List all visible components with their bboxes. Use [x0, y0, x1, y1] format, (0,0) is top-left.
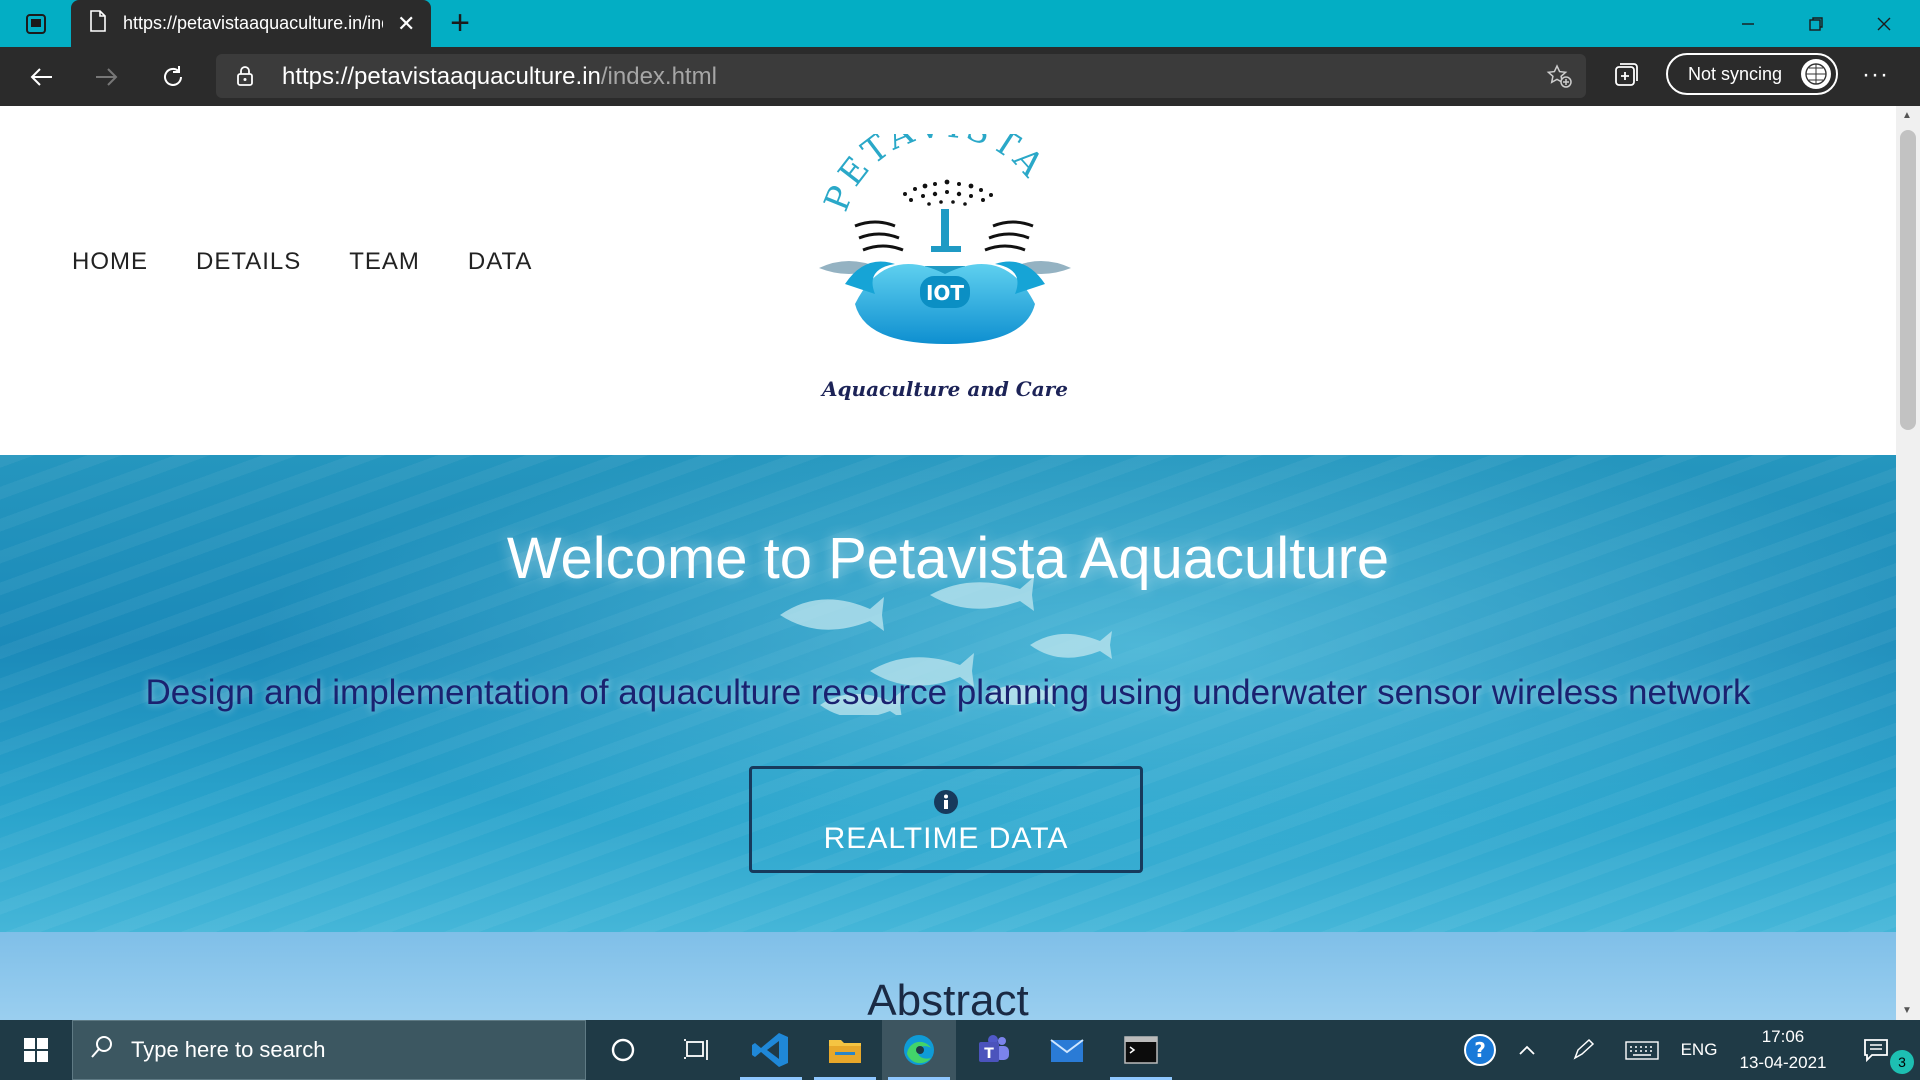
pen-icon[interactable]: [1566, 1020, 1600, 1080]
web-page: HOME DETAILS TEAM DATA PETAVISTA: [0, 106, 1896, 1020]
hero-title: Welcome to Petavista Aquaculture: [506, 526, 1390, 591]
browser-titlebar: https://petavistaaquaculture.in/index.ht…: [0, 0, 1920, 47]
vscode-icon[interactable]: [734, 1020, 808, 1080]
nav-data[interactable]: DATA: [468, 248, 532, 276]
nav-details[interactable]: DETAILS: [196, 248, 301, 276]
file-explorer-icon[interactable]: [808, 1020, 882, 1080]
info-icon: [752, 789, 1140, 820]
language-indicator[interactable]: ENG: [1676, 1020, 1722, 1080]
scroll-up-icon[interactable]: ▲: [1902, 110, 1912, 121]
restore-button[interactable]: [1782, 0, 1850, 47]
tray-chevron-up-icon[interactable]: [1512, 1020, 1542, 1080]
task-view-icon[interactable]: [660, 1020, 734, 1080]
mail-icon[interactable]: [1030, 1020, 1104, 1080]
site-nav: HOME DETAILS TEAM DATA: [72, 248, 532, 276]
logo-arc-text: PETAVISTA: [817, 134, 1054, 217]
profile-button[interactable]: Not syncing: [1666, 53, 1838, 95]
abstract-heading: Abstract: [867, 976, 1029, 1020]
teams-icon[interactable]: T: [956, 1020, 1030, 1080]
realtime-data-label: REALTIME DATA: [823, 822, 1069, 855]
new-tab-button[interactable]: +: [442, 6, 478, 42]
browser-tab[interactable]: https://petavistaaquaculture.in/index.ht…: [71, 0, 431, 47]
forward-button[interactable]: [90, 60, 124, 94]
realtime-data-button[interactable]: REALTIME DATA: [749, 766, 1143, 873]
logo-tagline: Aquaculture and Care: [820, 377, 1068, 401]
avatar: [1801, 59, 1831, 89]
minimize-button[interactable]: [1714, 0, 1782, 47]
collections-icon[interactable]: [1612, 60, 1640, 93]
cortana-icon[interactable]: [586, 1020, 660, 1080]
windows-taskbar: Type here to search T ? ENG 17:06 13-04-…: [0, 1020, 1920, 1080]
hero-section: Welcome to Petavista Aquaculture Design …: [0, 455, 1896, 932]
clock-time: 17:06: [1761, 1027, 1805, 1046]
edge-icon[interactable]: [882, 1020, 956, 1080]
notification-count-badge: 3: [1890, 1050, 1914, 1074]
scrollbar-thumb[interactable]: [1900, 130, 1916, 430]
lock-icon[interactable]: [236, 65, 254, 92]
clock-date: 13-04-2021: [1739, 1053, 1827, 1072]
notifications-icon[interactable]: [1856, 1020, 1896, 1080]
search-icon: [89, 1034, 115, 1066]
address-bar[interactable]: https://petavistaaquaculture.in/index.ht…: [216, 54, 1586, 98]
logo-badge-text: IOT: [926, 281, 964, 305]
hero-subtitle: Design and implementation of aquaculture…: [145, 673, 1751, 712]
site-logo[interactable]: PETAVISTA IOT Aquaculture and Care: [815, 106, 1075, 404]
tab-title: https://petavistaaquaculture.in/index.ht…: [123, 13, 383, 33]
browser-toolbar: https://petavistaaquaculture.in/index.ht…: [0, 47, 1920, 106]
search-placeholder: Type here to search: [131, 1037, 326, 1062]
back-button[interactable]: [24, 60, 58, 94]
url-text[interactable]: https://petavistaaquaculture.in/index.ht…: [282, 63, 717, 91]
nav-home[interactable]: HOME: [72, 248, 148, 276]
refresh-button[interactable]: [156, 60, 190, 94]
close-window-button[interactable]: [1850, 0, 1918, 47]
keyboard-icon[interactable]: [1620, 1020, 1664, 1080]
svg-text:?: ?: [1474, 1038, 1486, 1062]
taskbar-search-box[interactable]: Type here to search: [72, 1020, 586, 1080]
start-button[interactable]: [12, 1030, 60, 1070]
abstract-section: Abstract: [0, 932, 1896, 1020]
taskbar-clock[interactable]: 17:06 13-04-2021: [1728, 1024, 1838, 1076]
page-icon: [89, 10, 107, 37]
tab-close-icon[interactable]: ✕: [397, 12, 415, 35]
help-icon[interactable]: ?: [1460, 1020, 1500, 1080]
add-favorite-icon[interactable]: [1546, 64, 1572, 93]
settings-more-button[interactable]: ···: [1862, 61, 1889, 89]
terminal-icon[interactable]: [1104, 1020, 1178, 1080]
page-scrollbar[interactable]: ▲ ▼: [1896, 106, 1920, 1020]
tab-actions-icon[interactable]: [14, 10, 58, 38]
profile-label: Not syncing: [1688, 63, 1783, 84]
nav-team[interactable]: TEAM: [349, 248, 420, 276]
svg-text:T: T: [984, 1046, 994, 1062]
scroll-down-icon[interactable]: ▼: [1902, 1005, 1912, 1016]
